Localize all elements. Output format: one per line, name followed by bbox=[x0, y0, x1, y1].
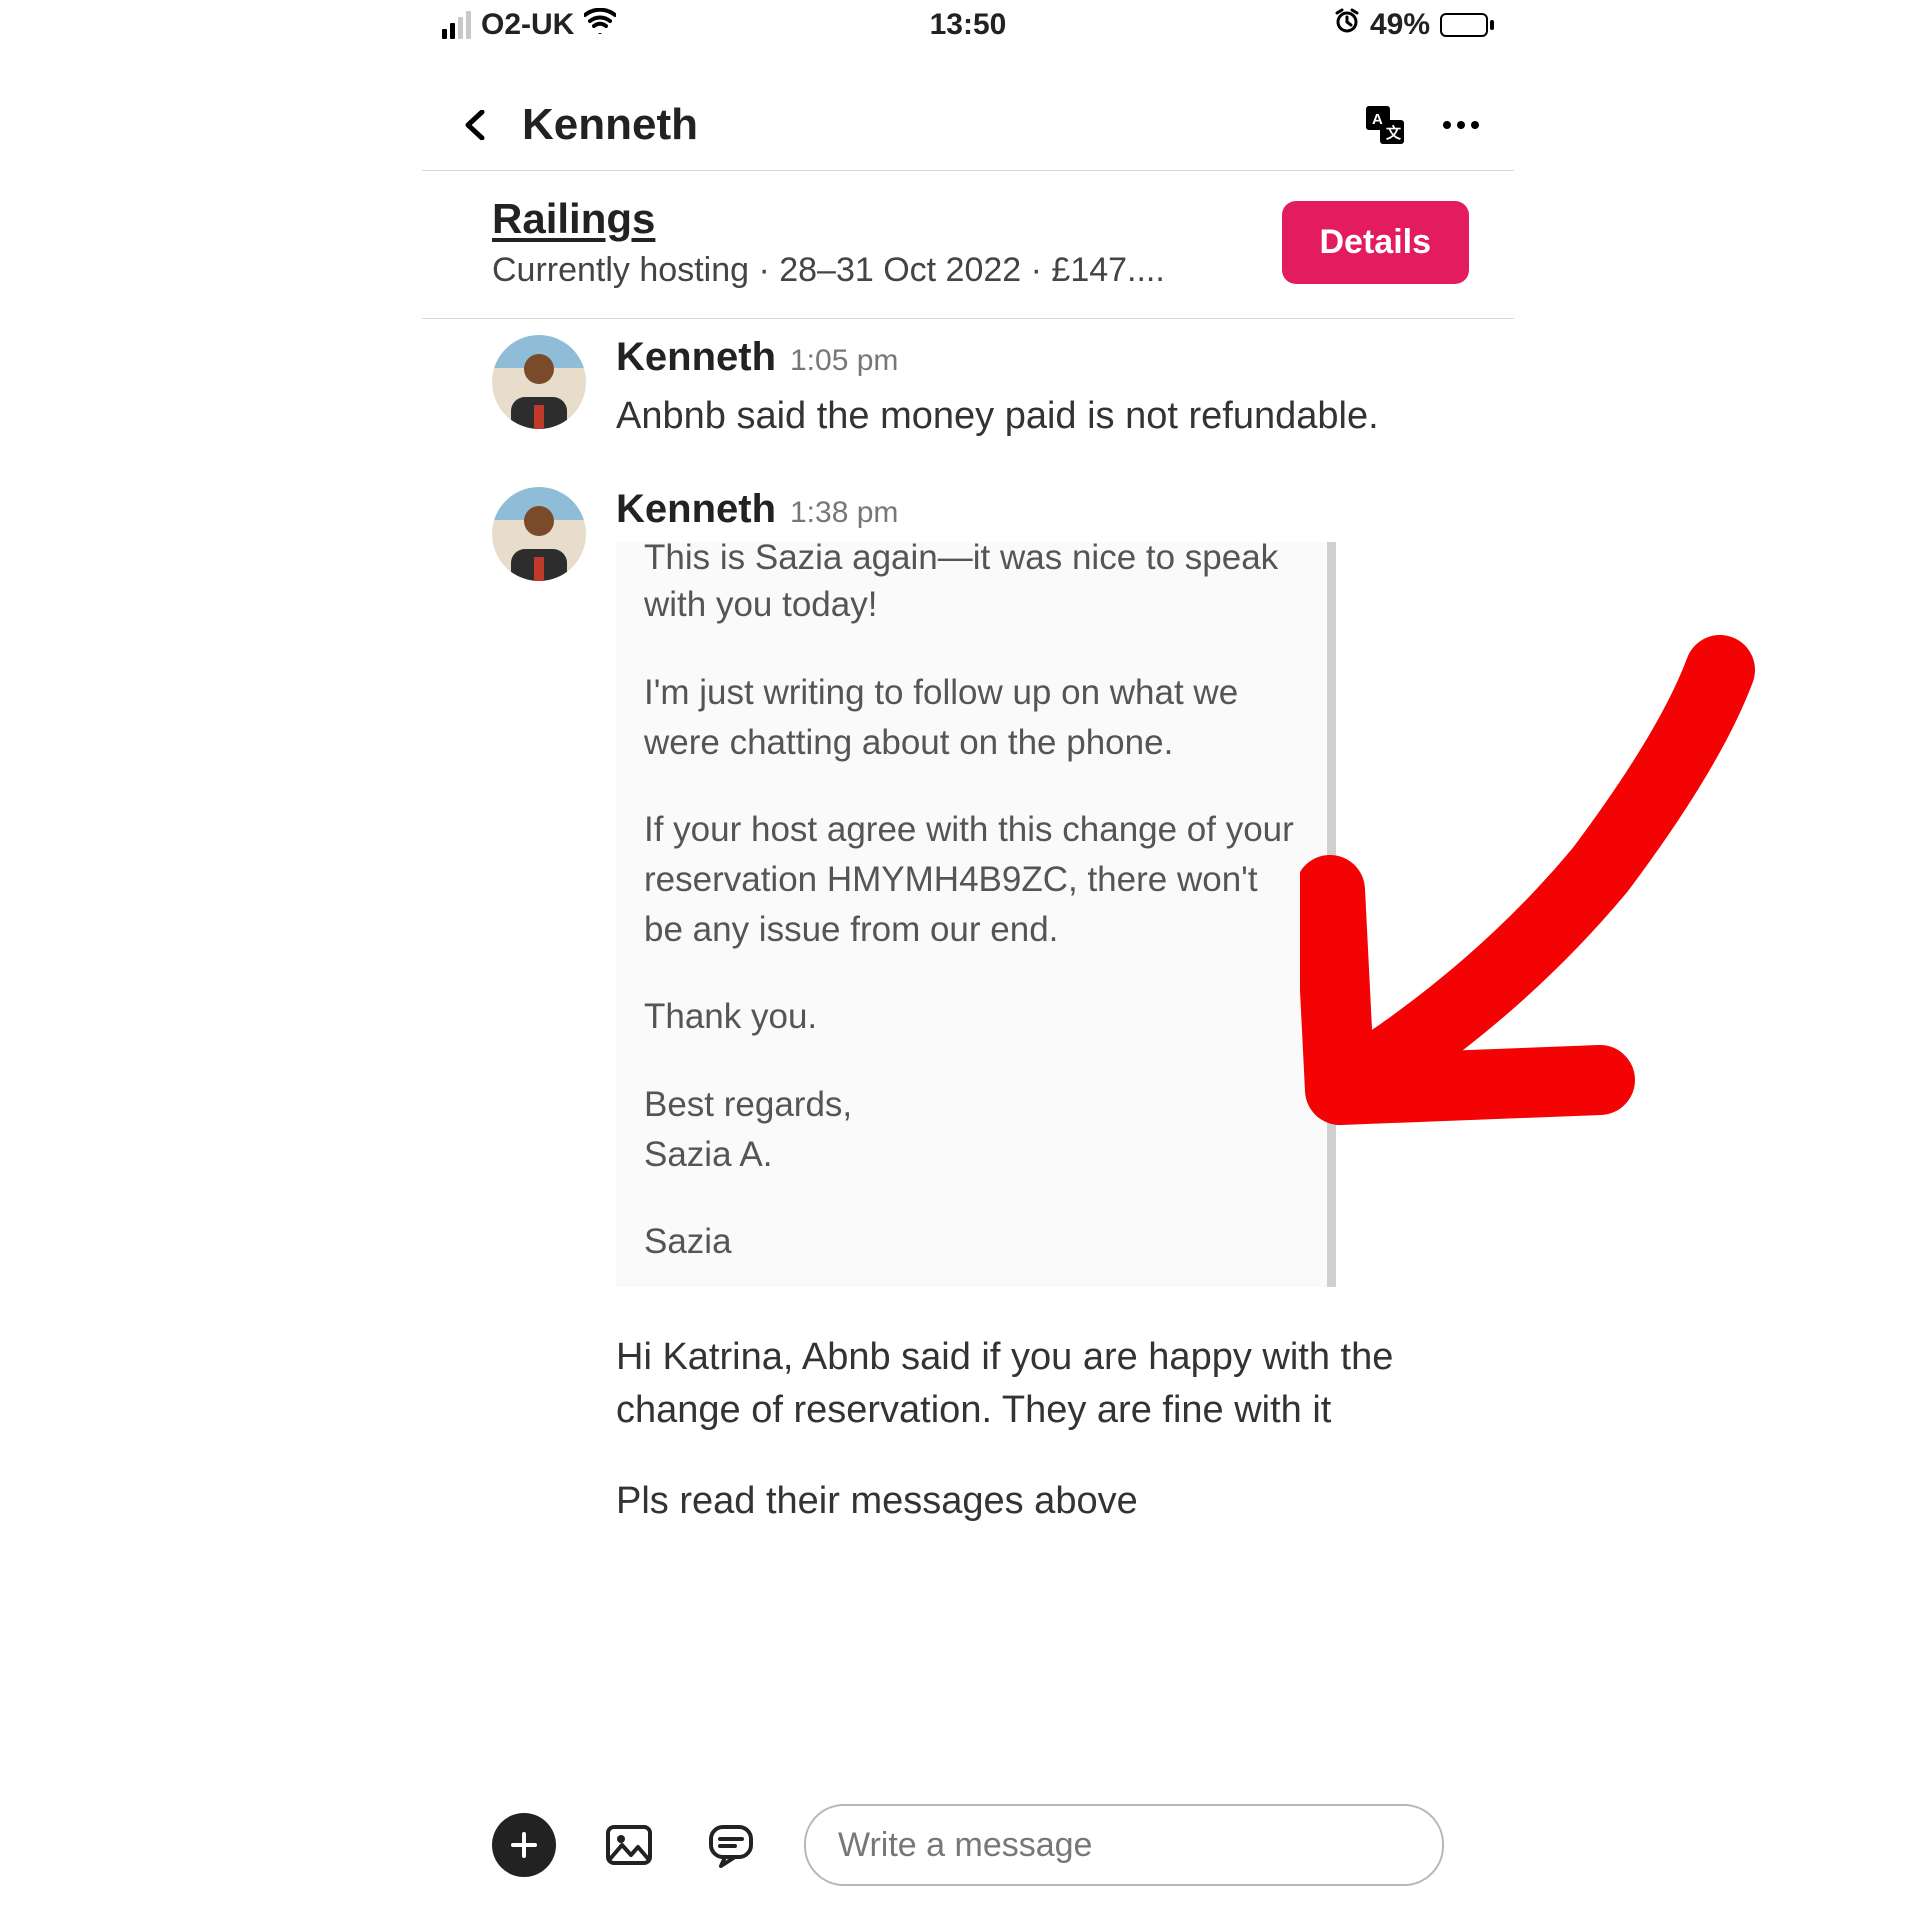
message-input-placeholder: Write a message bbox=[838, 1826, 1092, 1865]
details-button[interactable]: Details bbox=[1282, 201, 1470, 284]
composer: Write a message bbox=[422, 1784, 1514, 1920]
quoted-email: This is Sazia again—it was nice to speak… bbox=[616, 542, 1336, 1287]
message-time: 1:05 pm bbox=[790, 344, 898, 378]
quote-line: Sazia bbox=[644, 1217, 1299, 1267]
avatar[interactable] bbox=[492, 335, 586, 429]
saved-replies-button[interactable] bbox=[702, 1816, 760, 1874]
message-list[interactable]: Kenneth 1:05 pm Anbnb said the money pai… bbox=[422, 319, 1514, 1537]
more-options-button[interactable] bbox=[1438, 102, 1484, 148]
message-item: Kenneth 1:05 pm Anbnb said the money pai… bbox=[492, 335, 1494, 451]
quote-line: I'm just writing to follow up on what we… bbox=[644, 668, 1299, 767]
alarm-icon bbox=[1334, 8, 1360, 42]
wifi-icon bbox=[584, 8, 616, 42]
signal-icon bbox=[442, 11, 471, 39]
phone-frame: O2-UK 13:50 bbox=[422, 0, 1514, 1920]
message-text: Hi Katrina, Abnb said if you are happy w… bbox=[616, 1331, 1404, 1437]
message-time: 1:38 pm bbox=[790, 496, 898, 530]
reservation-subtitle: Currently hosting · 28–31 Oct 2022 · £14… bbox=[492, 251, 1262, 290]
status-bar: O2-UK 13:50 bbox=[422, 0, 1514, 50]
message-text: Pls read their messages above bbox=[616, 1475, 1404, 1528]
translate-button[interactable]: A 文 bbox=[1362, 102, 1408, 148]
add-attachment-button[interactable] bbox=[492, 1813, 556, 1877]
svg-text:文: 文 bbox=[1386, 124, 1402, 142]
quote-line: with you today! bbox=[644, 580, 1299, 630]
message-input[interactable]: Write a message bbox=[804, 1804, 1444, 1886]
message-item: Kenneth 1:38 pm This is Sazia again—it w… bbox=[492, 487, 1494, 1536]
battery-icon bbox=[1440, 13, 1494, 37]
sender-name: Kenneth bbox=[616, 487, 776, 532]
quote-line: Thank you. bbox=[644, 992, 1299, 1042]
photo-button[interactable] bbox=[600, 1816, 658, 1874]
reservation-title[interactable]: Railings bbox=[492, 195, 1262, 243]
quote-line: Best regards, bbox=[644, 1080, 1299, 1130]
quote-line: This is Sazia again—it was nice to speak bbox=[644, 542, 1278, 580]
reservation-banner: Railings Currently hosting · 28–31 Oct 2… bbox=[422, 171, 1514, 318]
message-text: Anbnb said the money paid is not refunda… bbox=[616, 390, 1464, 443]
nav-header: Kenneth A 文 bbox=[422, 80, 1514, 170]
carrier-label: O2-UK bbox=[481, 8, 574, 42]
conversation-title: Kenneth bbox=[522, 100, 698, 150]
quote-line: If your host agree with this change of y… bbox=[644, 805, 1299, 954]
battery-percent: 49% bbox=[1370, 8, 1430, 42]
quote-line: Sazia A. bbox=[644, 1130, 1299, 1180]
svg-text:A: A bbox=[1372, 111, 1383, 128]
sender-name: Kenneth bbox=[616, 335, 776, 380]
avatar[interactable] bbox=[492, 487, 586, 581]
back-button[interactable] bbox=[462, 110, 492, 140]
